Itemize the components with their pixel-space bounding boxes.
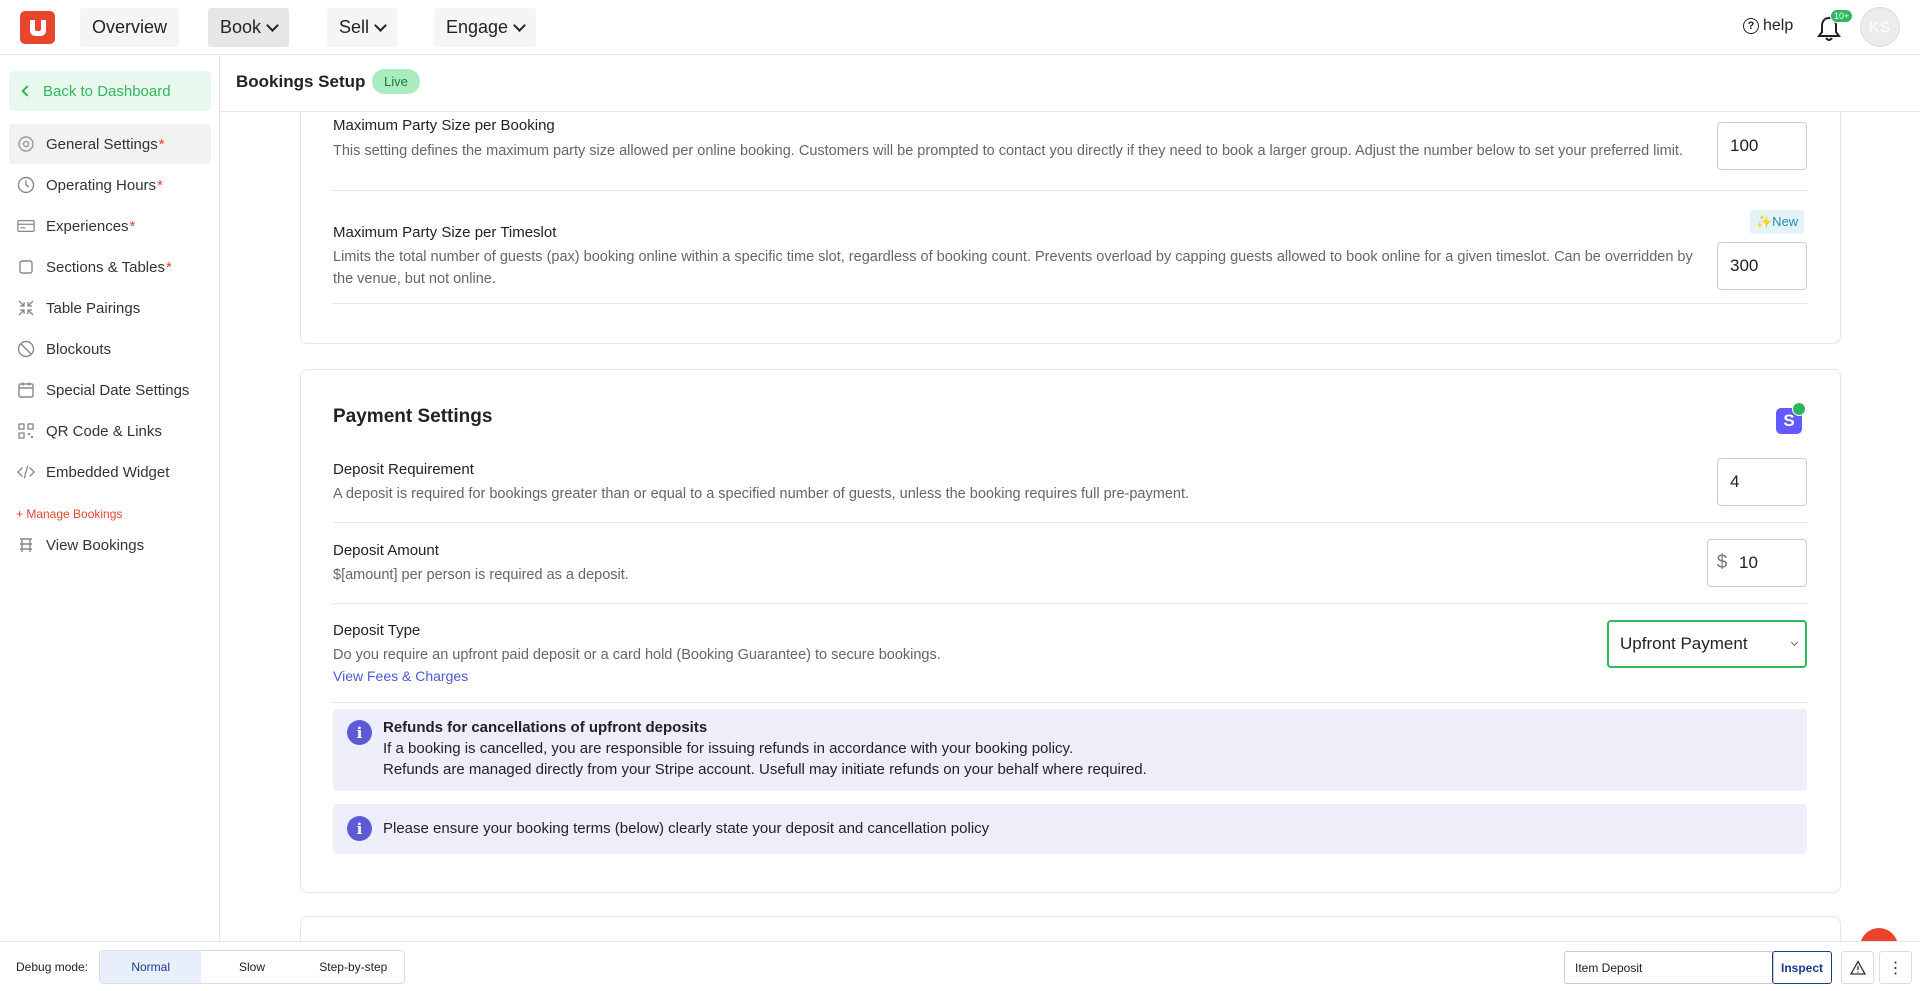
- debug-mode-normal[interactable]: Normal: [100, 951, 202, 983]
- chevron-down-icon: [374, 18, 387, 32]
- refund-info-title: Refunds for cancellations of upfront dep…: [383, 719, 708, 736]
- max-party-booking-title: Maximum Party Size per Booking: [333, 117, 555, 134]
- code-icon: [17, 463, 35, 481]
- debug-mode-label: Debug mode:: [16, 960, 89, 974]
- back-to-dashboard-button[interactable]: Back to Dashboard: [9, 71, 211, 111]
- block-icon: [17, 340, 35, 358]
- max-party-booking-input[interactable]: 100: [1717, 122, 1807, 170]
- nav-overview[interactable]: Overview: [80, 8, 180, 47]
- avatar[interactable]: KS: [1860, 7, 1900, 47]
- square-icon: [17, 258, 35, 276]
- more-options-button[interactable]: ⋮: [1879, 951, 1912, 984]
- deposit-type-desc: Do you require an upfront paid deposit o…: [333, 647, 941, 663]
- logo-icon: [29, 19, 46, 36]
- new-badge: ✨New: [1750, 210, 1805, 234]
- notification-badge: 10+: [1830, 9, 1854, 23]
- view-fees-link[interactable]: View Fees & Charges: [333, 668, 468, 684]
- max-party-booking-desc: This setting defines the maximum party s…: [333, 143, 1683, 159]
- inspect-input[interactable]: Item Deposit: [1564, 951, 1774, 984]
- deposit-type-select[interactable]: Upfront Payment: [1607, 620, 1807, 668]
- warning-icon: [1849, 960, 1866, 975]
- check-icon: [1792, 402, 1806, 416]
- sidebar-item-embedded-widget[interactable]: Embedded Widget: [9, 452, 211, 492]
- deposit-amount-title: Deposit Amount: [333, 542, 439, 559]
- deposit-requirement-title: Deposit Requirement: [333, 461, 474, 478]
- gear-icon: [17, 135, 35, 153]
- info-icon: i: [347, 816, 372, 841]
- manage-bookings-label: + Manage Bookings: [16, 507, 123, 521]
- sidebar-item-experiences[interactable]: Experiences*: [9, 206, 211, 246]
- sidebar: Back to Dashboard General Settings* Oper…: [0, 55, 220, 941]
- terms-info-text: Please ensure your booking terms (below)…: [383, 820, 990, 837]
- sidebar-item-qr-code-links[interactable]: QR Code & Links: [9, 411, 211, 451]
- nav-sell[interactable]: Sell: [327, 8, 398, 47]
- page-header: Bookings Setup Live: [220, 55, 1920, 112]
- divider: [333, 603, 1807, 604]
- divider: [333, 190, 1807, 191]
- warning-button[interactable]: [1841, 951, 1874, 984]
- max-party-timeslot-desc: Limits the total number of guests (pax) …: [333, 249, 1693, 287]
- divider: [333, 702, 1807, 703]
- deposit-amount-desc: $[amount] per person is required as a de…: [333, 567, 629, 583]
- question-icon: ?: [1743, 18, 1759, 34]
- divider: [333, 522, 1807, 523]
- debug-mode-selector: Normal Slow Step-by-step: [99, 950, 405, 984]
- refund-info-line: If a booking is cancelled, you are respo…: [383, 740, 1074, 757]
- sidebar-item-blockouts[interactable]: Blockouts: [9, 329, 211, 369]
- nav-book[interactable]: Book: [208, 8, 290, 47]
- card-icon: [17, 217, 35, 235]
- section-title: Payment Settings: [333, 406, 493, 427]
- sidebar-item-general-settings[interactable]: General Settings*: [9, 124, 211, 164]
- deposit-amount-input[interactable]: $ 10: [1707, 539, 1807, 587]
- compress-icon: [17, 299, 35, 317]
- status-badge: Live: [372, 69, 420, 94]
- deposit-requirement-desc: A deposit is required for bookings great…: [333, 486, 1190, 502]
- divider: [333, 303, 1807, 304]
- next-card: [300, 916, 1841, 941]
- calendar-icon: [17, 381, 35, 399]
- help-link[interactable]: ? help: [1743, 17, 1793, 35]
- clock-icon: [17, 176, 35, 194]
- sidebar-item-operating-hours[interactable]: Operating Hours*: [9, 165, 211, 205]
- nav-engage[interactable]: Engage: [434, 8, 537, 47]
- info-icon: i: [347, 720, 372, 745]
- qr-code-icon: [17, 422, 35, 440]
- inspect-button[interactable]: Inspect: [1772, 951, 1832, 984]
- debug-bar: Debug mode: Normal Slow Step-by-step Ite…: [0, 941, 1920, 991]
- top-bar: Overview Book Sell Engage ? help 10+ KS: [0, 0, 1920, 55]
- page-title: Bookings Setup: [236, 72, 366, 91]
- sidebar-item-table-pairings[interactable]: Table Pairings: [9, 288, 211, 328]
- party-size-card: Maximum Party Size per Booking This sett…: [300, 112, 1841, 344]
- deposit-requirement-input[interactable]: 4: [1717, 458, 1807, 506]
- chevron-down-icon: [513, 18, 526, 32]
- refund-info-box: i Refunds for cancellations of upfront d…: [333, 709, 1807, 791]
- max-party-timeslot-input[interactable]: 300: [1717, 242, 1807, 290]
- sidebar-item-view-bookings[interactable]: View Bookings: [9, 525, 211, 565]
- sidebar-item-special-date-settings[interactable]: Special Date Settings: [9, 370, 211, 410]
- debug-mode-slow[interactable]: Slow: [201, 951, 302, 983]
- chevron-left-icon: [21, 85, 33, 97]
- debug-mode-step[interactable]: Step-by-step: [303, 951, 404, 983]
- payment-settings-card: Payment Settings S Deposit Requirement A…: [300, 369, 1841, 893]
- currency-symbol: $: [1716, 552, 1728, 573]
- refund-info-line: Refunds are managed directly from your S…: [383, 761, 1147, 778]
- max-party-timeslot-title: Maximum Party Size per Timeslot: [333, 224, 557, 241]
- chevron-down-icon: [1790, 638, 1799, 647]
- kebab-icon: ⋮: [1887, 959, 1904, 977]
- main-content: Maximum Party Size per Booking This sett…: [220, 112, 1920, 941]
- deposit-type-title: Deposit Type: [333, 622, 421, 639]
- chevron-down-icon: [266, 18, 279, 32]
- stack-icon: [17, 536, 35, 554]
- terms-info-box: i Please ensure your booking terms (belo…: [333, 804, 1807, 854]
- app-logo[interactable]: [20, 11, 55, 44]
- sidebar-item-sections-tables[interactable]: Sections & Tables*: [9, 247, 211, 287]
